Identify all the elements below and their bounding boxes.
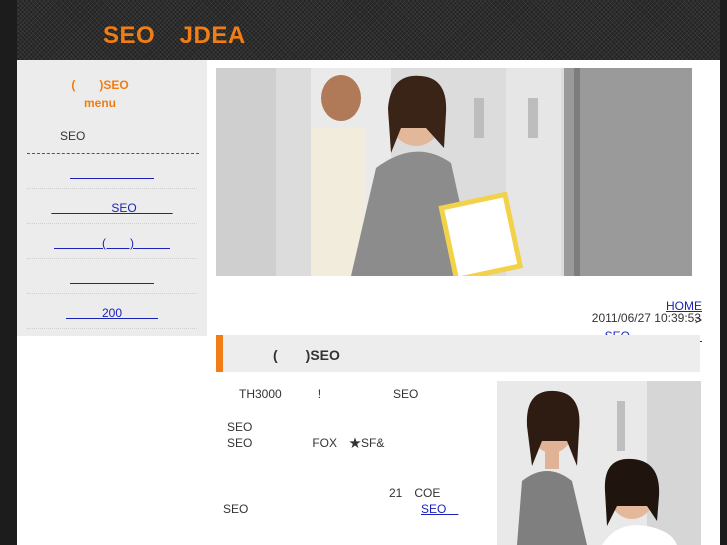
post-timestamp: 2011/06/27 10:39:53 — [591, 311, 701, 325]
article-line: TH3000 ! SEO — [227, 387, 419, 401]
article-line: 21 COE — [389, 486, 441, 500]
sidebar-menu-list: SEO ( ) 200 — [17, 154, 207, 329]
sidebar-link[interactable] — [27, 164, 197, 181]
left-frame — [0, 0, 17, 545]
sidebar-item-2: SEO — [27, 189, 197, 224]
sidebar: ( )SEO menu SEO SEO ( ) 200 — [17, 60, 207, 336]
article-title: ( )SEO — [273, 347, 340, 363]
site-header: SEO JDEA — [17, 0, 720, 60]
sidebar-link[interactable]: SEO — [27, 199, 197, 216]
sidebar-subtitle: SEO — [60, 129, 86, 143]
sidebar-link[interactable]: ( ) — [27, 234, 197, 251]
sidebar-link[interactable] — [27, 269, 197, 286]
sidebar-menu-title: ( )SEO menu — [71, 78, 129, 110]
right-frame — [720, 0, 727, 545]
hero-image — [216, 68, 692, 276]
article-line: SEO — [223, 502, 249, 516]
article-line: SEO FOX ★SF& — [227, 436, 385, 450]
sidebar-item-1 — [27, 154, 197, 189]
sidebar-link[interactable]: 200 — [27, 304, 197, 321]
sidebar-item-3: ( ) — [27, 224, 197, 259]
sidebar-item-5: 200 — [27, 294, 197, 329]
article-photo — [497, 381, 701, 545]
sidebar-item-4 — [27, 259, 197, 294]
article-line: SEO — [227, 420, 253, 434]
site-logo[interactable]: SEO JDEA — [103, 15, 246, 50]
article-heading-bar: ( )SEO — [216, 335, 700, 372]
article-link[interactable]: SEO — [421, 501, 458, 518]
